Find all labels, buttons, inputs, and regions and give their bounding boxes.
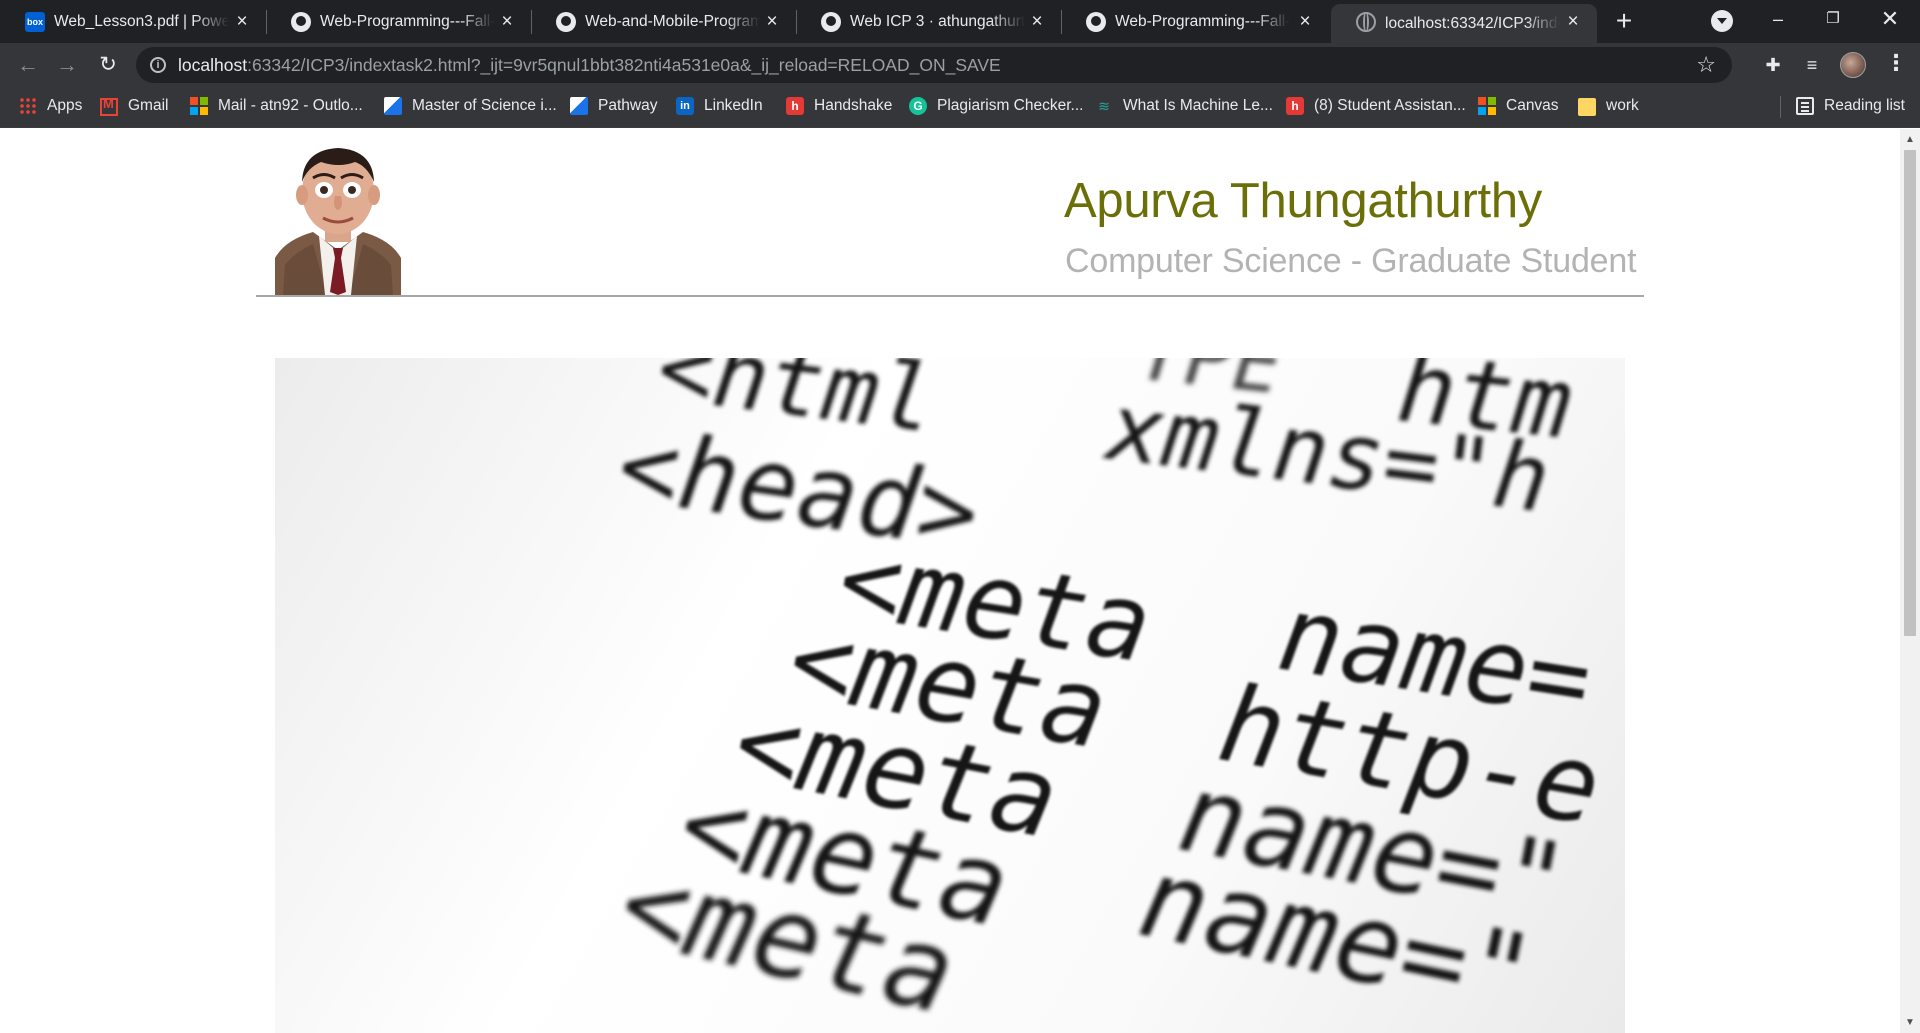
- new-tab-button[interactable]: +: [1610, 7, 1638, 36]
- scrollbar-thumb[interactable]: [1904, 150, 1916, 636]
- close-icon[interactable]: ×: [497, 12, 517, 32]
- url-text[interactable]: localhost:63342/ICP3/indextask2.html?_ij…: [178, 47, 1001, 83]
- tab-search-icon[interactable]: [1711, 10, 1733, 32]
- scroll-up-arrow-icon[interactable]: ▲: [1900, 131, 1920, 148]
- bookmark-label: Canvas: [1506, 97, 1559, 114]
- page-header: Apurva Thungathurthy Computer Science - …: [256, 129, 1644, 297]
- bookmark-label: Gmail: [128, 97, 169, 114]
- github-icon: [1086, 12, 1106, 32]
- bookmark-label: What Is Machine Le...: [1123, 97, 1273, 114]
- bookmark-label: Master of Science i...: [412, 97, 557, 114]
- code-banner-svg: htm TPE <html xmlns="h <head> <meta name…: [609, 358, 1609, 1033]
- bookmark-label: (8) Student Assistan...: [1314, 97, 1466, 114]
- extensions-puzzle-icon[interactable]: ✚: [1760, 52, 1786, 78]
- tab-title: localhost:63342/ICP3/indextask2.html: [1385, 15, 1560, 32]
- bookmark-linkedin[interactable]: in LinkedIn: [676, 86, 763, 126]
- tab-title: Web-Programming---Fall-2021: [1115, 13, 1290, 30]
- bookmark-pathway[interactable]: Pathway: [570, 86, 657, 126]
- tab-web-lesson3[interactable]: box Web_Lesson3.pdf | Powered by Box ×: [0, 0, 266, 43]
- bookmark-plagiarism-checker[interactable]: G Plagiarism Checker...: [909, 86, 1083, 126]
- url-host: localhost: [178, 55, 248, 75]
- bookmarks-bar: Apps Gmail Mail - atn92 - Outlo... Maste…: [0, 86, 1920, 128]
- umkc-flag-icon: [384, 97, 402, 115]
- bookmark-work-folder[interactable]: work: [1578, 86, 1639, 126]
- github-icon: [556, 12, 576, 32]
- bookmark-label: LinkedIn: [704, 97, 763, 114]
- forward-arrow-icon[interactable]: →: [52, 50, 82, 80]
- reading-list-icon: [1796, 97, 1814, 115]
- bookmark-star-icon[interactable]: ☆: [1696, 52, 1716, 78]
- url-path: :63342/ICP3/indextask2.html?_ijt=9vr5qnu…: [247, 55, 1001, 75]
- tab-title: Web_Lesson3.pdf | Powered by Box: [54, 13, 229, 30]
- tab-web-programming-2[interactable]: Web-Programming---Fall-2021 ×: [1061, 0, 1329, 43]
- person-role-subheading: Computer Science - Graduate Student: [1065, 242, 1637, 280]
- scroll-down-arrow-icon[interactable]: ▼: [1900, 1014, 1920, 1031]
- reading-list-label: Reading list: [1824, 97, 1905, 114]
- html-code-banner-image: htm TPE <html xmlns="h <head> <meta name…: [275, 358, 1625, 1033]
- handshake-icon: h: [1286, 97, 1304, 115]
- back-arrow-icon[interactable]: ←: [13, 50, 43, 80]
- profile-photo: [275, 140, 401, 295]
- tab-title: Web ICP 3 · athungathurthy: [850, 13, 1025, 30]
- browser-toolbar: ← → ↻ i localhost:63342/ICP3/indextask2.…: [0, 43, 1920, 86]
- tab-title: Web-and-Mobile-Programming: [585, 13, 760, 30]
- bookmark-label: Pathway: [598, 97, 658, 114]
- address-bar[interactable]: i localhost:63342/ICP3/indextask2.html?_…: [136, 47, 1732, 83]
- microsoft-icon: [190, 97, 208, 115]
- tab-web-mobile-programming[interactable]: Web-and-Mobile-Programming ×: [531, 0, 796, 43]
- page-scrollbar[interactable]: ▲ ▼: [1900, 129, 1920, 1033]
- bookmark-canvas[interactable]: Canvas: [1478, 86, 1559, 126]
- bookmark-outlook[interactable]: Mail - atn92 - Outlo...: [190, 86, 363, 126]
- page-viewport: Apurva Thungathurthy Computer Science - …: [0, 129, 1900, 1033]
- apps-grid-icon: [19, 97, 37, 115]
- microsoft-icon: [1478, 97, 1496, 115]
- github-icon: [821, 12, 841, 32]
- reload-icon[interactable]: ↻: [93, 50, 123, 80]
- bookmark-label: Handshake: [814, 97, 893, 114]
- linkedin-icon: in: [676, 97, 694, 115]
- grammarly-icon: G: [909, 97, 927, 115]
- handshake-icon: h: [786, 97, 804, 115]
- bookmarks-separator: [1780, 96, 1781, 118]
- bookmark-gmail[interactable]: Gmail: [100, 86, 168, 126]
- media-queue-icon[interactable]: ≡: [1799, 52, 1825, 78]
- box-icon: box: [25, 12, 45, 32]
- reading-list-button[interactable]: Reading list: [1796, 86, 1905, 126]
- github-icon: [291, 12, 311, 32]
- window-close-icon[interactable]: ✕: [1860, 0, 1920, 40]
- machine-learning-icon: ≋: [1098, 98, 1110, 114]
- close-icon[interactable]: ×: [1295, 12, 1315, 32]
- bookmark-master-of-science[interactable]: Master of Science i...: [384, 86, 557, 126]
- folder-icon: [1578, 98, 1596, 116]
- bookmark-label: Plagiarism Checker...: [937, 97, 1084, 114]
- tab-title: Web-Programming---Fall-2021: [320, 13, 495, 30]
- bookmark-label: work: [1606, 97, 1639, 114]
- tab-strip: box Web_Lesson3.pdf | Powered by Box × W…: [0, 0, 1920, 43]
- tab-web-icp3[interactable]: Web ICP 3 · athungathurthy ×: [796, 0, 1061, 43]
- close-icon[interactable]: ×: [762, 12, 782, 32]
- close-icon[interactable]: ×: [1027, 12, 1047, 32]
- bookmark-label: Mail - atn92 - Outlo...: [218, 97, 363, 114]
- profile-avatar[interactable]: [1840, 52, 1866, 78]
- minimize-icon[interactable]: –: [1748, 0, 1808, 40]
- bookmark-handshake[interactable]: h Handshake: [786, 86, 892, 126]
- close-icon[interactable]: ×: [232, 12, 252, 32]
- bookmark-apps[interactable]: Apps: [19, 86, 82, 126]
- kebab-menu-icon[interactable]: ⋮: [1885, 52, 1907, 78]
- person-name-heading: Apurva Thungathurthy: [1064, 174, 1542, 228]
- bookmark-machine-learning[interactable]: ≋ What Is Machine Le...: [1095, 86, 1273, 126]
- tab-localhost-active[interactable]: localhost:63342/ICP3/indextask2.html ×: [1331, 4, 1597, 43]
- close-icon[interactable]: ×: [1563, 12, 1583, 32]
- bookmark-student-assistant[interactable]: h (8) Student Assistan...: [1286, 86, 1466, 126]
- globe-icon: [1356, 12, 1376, 32]
- bookmark-label: Apps: [47, 97, 83, 114]
- gmail-icon: [100, 96, 118, 116]
- restore-icon[interactable]: ❐: [1803, 0, 1863, 40]
- umkc-flag-icon: [570, 97, 588, 115]
- tab-web-programming-1[interactable]: Web-Programming---Fall-2021 ×: [266, 0, 531, 43]
- site-info-icon[interactable]: i: [150, 57, 166, 73]
